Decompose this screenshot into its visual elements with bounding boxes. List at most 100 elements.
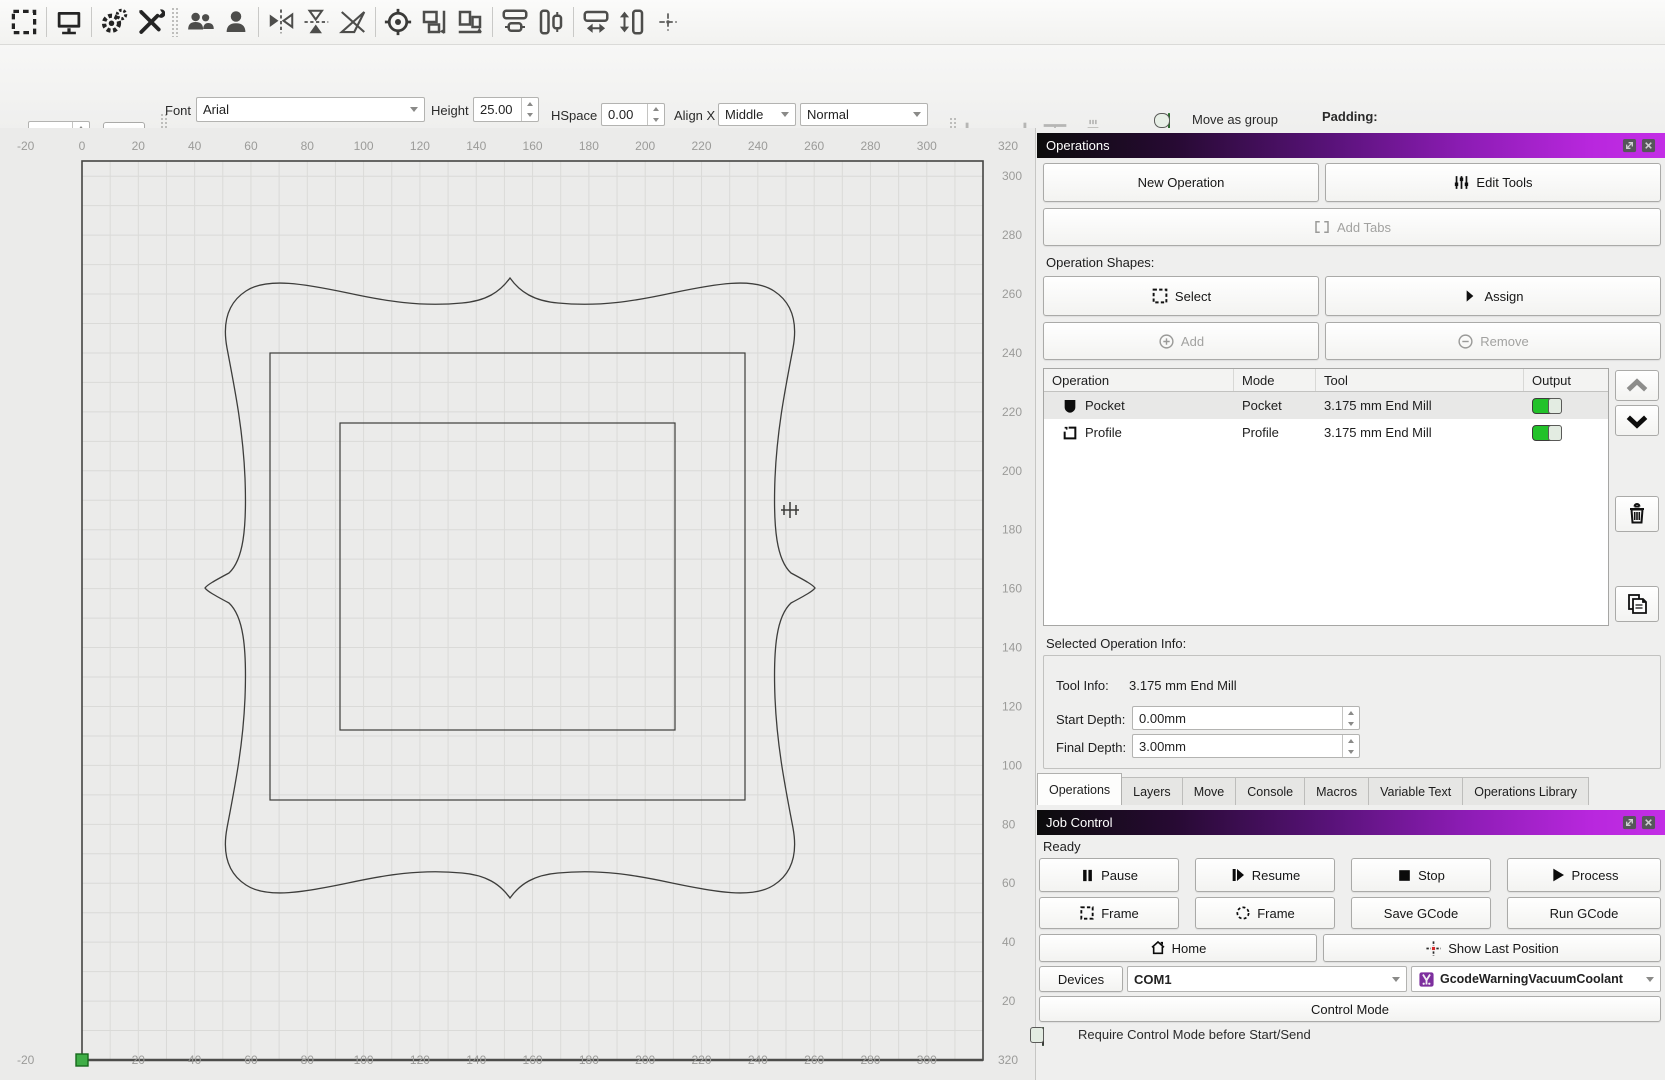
svg-text:200: 200 (1002, 464, 1022, 478)
align-x-label: Align X (674, 108, 715, 123)
home-icon (1150, 940, 1166, 956)
svg-text:60: 60 (244, 139, 258, 153)
run-gcode-button[interactable]: Run GCode (1507, 897, 1661, 929)
close-panel-icon[interactable] (1641, 815, 1656, 830)
close-panel-icon[interactable] (1641, 138, 1656, 153)
size-vertical-icon[interactable] (614, 4, 650, 40)
frame-circle-button[interactable]: Frame (1195, 897, 1335, 929)
users-icon[interactable] (182, 4, 218, 40)
toolbar-separator (91, 7, 92, 37)
devices-button[interactable]: Devices (1039, 966, 1123, 992)
svg-text:180: 180 (1002, 523, 1022, 537)
add-tabs-button[interactable]: Add Tabs (1043, 208, 1661, 246)
stop-icon (1397, 868, 1412, 883)
svg-text:100: 100 (354, 1053, 374, 1067)
monitor-icon[interactable] (51, 4, 87, 40)
text-style-combo[interactable]: Normal (800, 103, 928, 126)
plaque-outline-shape[interactable] (205, 278, 815, 898)
svg-text:60: 60 (244, 1053, 258, 1067)
align-vertical-icon[interactable] (452, 4, 488, 40)
select-shapes-button[interactable]: Select (1043, 276, 1319, 316)
svg-text:160: 160 (1002, 582, 1022, 596)
tools-icon[interactable] (132, 4, 168, 40)
play-icon (1550, 867, 1566, 883)
height-label: Height (431, 103, 469, 118)
center-target-icon[interactable] (380, 4, 416, 40)
port-combo[interactable]: COM1 (1127, 966, 1407, 992)
svg-text:200: 200 (635, 139, 655, 153)
stop-button[interactable]: Stop (1351, 858, 1491, 892)
move-operation-down-button[interactable] (1615, 405, 1659, 436)
toolbar-separator (573, 7, 574, 37)
require-control-mode-toggle[interactable] (1042, 1027, 1044, 1046)
chevron-down-icon (1392, 977, 1400, 986)
svg-text:-20: -20 (17, 139, 35, 153)
origin-marker[interactable] (76, 1054, 88, 1066)
align-horizontal-icon[interactable] (416, 4, 452, 40)
skew-icon[interactable] (335, 4, 371, 40)
plus-circle-icon (1158, 333, 1175, 350)
tab-layers[interactable]: Layers (1121, 777, 1183, 805)
tab-operations[interactable]: Operations (1037, 773, 1122, 805)
save-gcode-button[interactable]: Save GCode (1351, 897, 1491, 929)
new-operation-button[interactable]: New Operation (1043, 163, 1319, 202)
operation-tool: 3.175 mm End Mill (1324, 398, 1432, 413)
assign-shapes-button[interactable]: Assign (1325, 276, 1661, 316)
pause-button[interactable]: Pause (1039, 858, 1179, 892)
final-depth-spinbox[interactable]: 3.00mm (1132, 734, 1360, 758)
edit-tools-button[interactable]: Edit Tools (1325, 163, 1661, 202)
toolbar-drag-handle[interactable] (171, 7, 179, 37)
snap-cross-icon[interactable] (650, 4, 686, 40)
show-last-position-button[interactable]: Show Last Position (1323, 934, 1661, 962)
resume-button[interactable]: Resume (1195, 858, 1335, 892)
job-control-title: Job Control (1046, 815, 1112, 830)
gear-icon[interactable] (96, 4, 132, 40)
canvas-viewport[interactable]: -200204060801001201401601802002202402602… (0, 128, 1035, 1080)
control-mode-button[interactable]: Control Mode (1039, 996, 1661, 1022)
mirror-horizontal-icon[interactable] (263, 4, 299, 40)
process-button[interactable]: Process (1507, 858, 1661, 892)
tab-operations-library[interactable]: Operations Library (1462, 777, 1589, 805)
height-spinbox[interactable]: 25.00 (473, 97, 539, 122)
tab-move[interactable]: Move (1182, 777, 1237, 805)
tab-variable-text[interactable]: Variable Text (1368, 777, 1463, 805)
pocket-icon (1062, 398, 1078, 414)
remove-shape-button[interactable]: Remove (1325, 322, 1661, 360)
output-toggle[interactable] (1532, 398, 1562, 414)
marquee-select-icon[interactable] (6, 4, 42, 40)
operations-table[interactable]: Operation Mode Tool Output PocketPocket3… (1043, 368, 1609, 626)
float-panel-icon[interactable] (1622, 815, 1637, 830)
align-x-combo[interactable]: Middle (718, 103, 796, 126)
home-button[interactable]: Home (1039, 934, 1317, 962)
operation-row[interactable]: ProfileProfile3.175 mm End Mill (1044, 419, 1608, 446)
chevron-down-icon (1624, 408, 1650, 434)
operations-table-header: Operation Mode Tool Output (1044, 369, 1608, 392)
distribute-vertical-icon[interactable] (533, 4, 569, 40)
output-toggle[interactable] (1532, 425, 1562, 441)
float-panel-icon[interactable] (1622, 138, 1637, 153)
post-processor-icon (1418, 971, 1435, 988)
post-processor-combo[interactable]: GcodeWarningVacuumCoolant (1411, 966, 1661, 992)
inner-rectangle-shape[interactable] (340, 423, 675, 730)
distribute-horizontal-icon[interactable] (497, 4, 533, 40)
mirror-vertical-icon[interactable] (299, 4, 335, 40)
copy-operation-button[interactable] (1615, 586, 1659, 622)
hspace-spinbox[interactable]: 0.00 (601, 103, 665, 126)
start-depth-spinbox[interactable]: 0.00mm (1132, 706, 1360, 730)
size-horizontal-icon[interactable] (578, 4, 614, 40)
operation-row[interactable]: PocketPocket3.175 mm End Mill (1044, 392, 1608, 419)
drawing-canvas[interactable]: -200204060801001201401601802002202402602… (0, 128, 1035, 1080)
operation-name: Profile (1085, 425, 1122, 440)
toolbar-separator (492, 7, 493, 37)
font-combo[interactable]: Arial (196, 97, 425, 122)
move-operation-up-button[interactable] (1615, 370, 1659, 401)
tab-macros[interactable]: Macros (1304, 777, 1369, 805)
add-shape-button[interactable]: Add (1043, 322, 1319, 360)
frame-rect-button[interactable]: Frame (1039, 897, 1179, 929)
resume-icon (1230, 867, 1246, 883)
delete-operation-button[interactable] (1615, 496, 1659, 532)
move-as-group-label: Move as group (1192, 112, 1278, 127)
tab-console[interactable]: Console (1235, 777, 1305, 805)
profile-icon (1062, 425, 1078, 441)
user-icon[interactable] (218, 4, 254, 40)
